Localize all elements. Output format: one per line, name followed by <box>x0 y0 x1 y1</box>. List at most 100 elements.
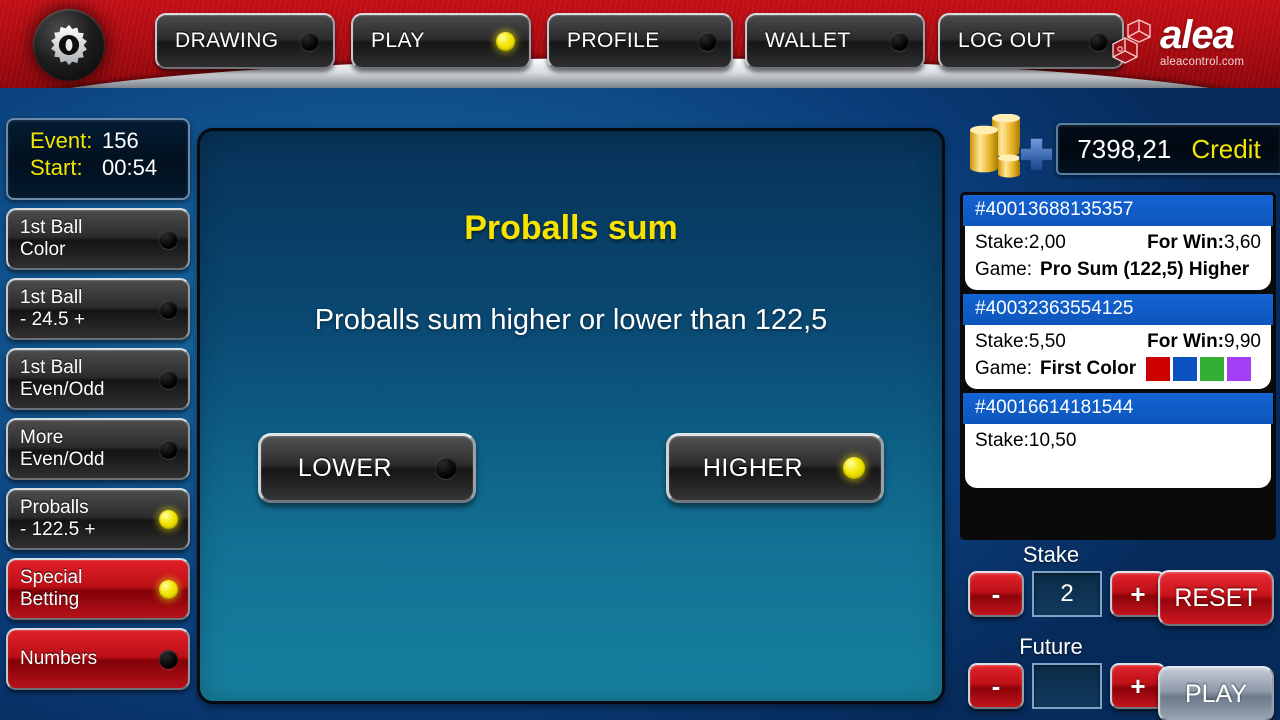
sidebar-item-1st-ball-evenodd[interactable]: 1st Ball Even/Odd <box>6 348 190 410</box>
start-value: 00:54 <box>102 154 158 180</box>
sidebar-label-special-betting: Special Betting <box>20 566 83 610</box>
bet-slip-game-row-clipped <box>975 455 1261 482</box>
color-swatch <box>1200 357 1225 382</box>
bet-slip-item[interactable]: #40013688135357 Stake: 2,00 For Win: 3,6… <box>963 195 1273 294</box>
higher-button[interactable]: HIGHER <box>666 433 884 503</box>
bet-slip-id: #40013688135357 <box>963 195 1273 226</box>
event-value: 156 <box>102 128 139 153</box>
sidebar-led-special-betting <box>159 579 178 599</box>
stake-value: 5,50 <box>1028 330 1066 352</box>
sidebar-label-numbers: Numbers <box>20 647 98 669</box>
win-group: For Win: 3,60 <box>1147 230 1261 257</box>
nav-label-drawing: DRAWING <box>175 29 279 52</box>
bet-slip-body: Stake: 10,50 <box>965 423 1271 488</box>
event-label: Event: <box>30 128 93 153</box>
sidebar-item-proballs[interactable]: Proballs - 122.5 + <box>6 488 190 550</box>
sidebar-led-1st-ball-color <box>159 229 178 249</box>
game-title: Proballs sum <box>464 209 678 247</box>
nav-button-wallet[interactable]: WALLET <box>745 13 925 69</box>
logo-text: alea <box>1160 13 1235 58</box>
sidebar-label-1st-ball-overunder: 1st Ball - 24.5 + <box>20 286 85 330</box>
game-value: First Color <box>1040 357 1137 379</box>
win-group: For Win: 9,90 <box>1147 329 1261 356</box>
dice-icon <box>1112 19 1151 64</box>
sidebar-led-proballs <box>159 509 178 529</box>
alea-logo: alea aleacontrol.com <box>1112 10 1272 74</box>
credit-amount: 7398,21 <box>1077 133 1172 164</box>
color-swatch <box>1227 357 1252 382</box>
sidebar-led-numbers <box>159 649 178 669</box>
start-timer-row: Start: 00:54 <box>30 155 188 182</box>
event-number-row: Event: 156 <box>30 128 188 155</box>
bet-slip-item[interactable]: #40016614181544 Stake: 10,50 <box>963 392 1273 492</box>
main-game-panel: Proballs sum Proballs sum higher or lowe… <box>197 128 945 704</box>
sidebar-item-numbers[interactable]: Numbers <box>6 628 190 690</box>
coins-plus-icon[interactable] <box>960 114 1052 186</box>
higher-button-label: HIGHER <box>702 453 804 482</box>
credit-label: Credit <box>1191 133 1261 164</box>
stake-input[interactable]: 2 <box>1032 571 1102 617</box>
lower-button-led <box>435 457 457 479</box>
logo-wordmark: alea aleacontrol.com <box>1160 15 1244 69</box>
sidebar-label-1st-ball-evenodd: 1st Ball Even/Odd <box>20 356 105 400</box>
bet-slip-body: Stake: 2,00 For Win: 3,60 Game: Pro Sum … <box>965 226 1271 290</box>
game-value: Pro Sum (122,5) Higher <box>1040 258 1250 280</box>
nav-button-profile[interactable]: PROFILE <box>547 13 733 69</box>
stake-value: 2,00 <box>1028 232 1066 253</box>
sidebar-item-1st-ball-color[interactable]: 1st Ball Color <box>6 208 190 270</box>
sidebar-label-1st-ball-color: 1st Ball Color <box>20 216 83 260</box>
nav-led-logout <box>1089 31 1108 51</box>
reset-button[interactable]: RESET <box>1158 570 1274 626</box>
stake-label: Stake: <box>975 330 1029 352</box>
bet-slip-game-row: Game: First Color <box>975 356 1261 383</box>
stake-decrement-button[interactable]: - <box>968 571 1024 617</box>
gear-glyph <box>51 24 87 66</box>
right-panel: 7398,21 Credit #40013688135357 Stake: 2,… <box>952 110 1280 720</box>
nav-led-profile <box>698 31 717 51</box>
sidebar-label-proballs: Proballs - 122.5 + <box>20 496 96 540</box>
color-swatch-group <box>1146 357 1252 382</box>
game-label: Game: <box>975 258 1033 280</box>
left-sidebar: Event: 156 Start: 00:54 1st Ball Color 1s… <box>6 118 190 690</box>
future-input[interactable] <box>1032 663 1102 709</box>
stake-label: Stake: <box>975 429 1029 451</box>
color-swatch <box>1146 357 1171 382</box>
bet-slip-body: Stake: 5,50 For Win: 9,90 Game: First Co… <box>965 324 1271 389</box>
sidebar-led-1st-ball-overunder <box>159 299 178 319</box>
bet-slip-item[interactable]: #40032363554125 Stake: 5,50 For Win: 9,9… <box>963 293 1273 393</box>
color-swatch <box>1173 357 1198 382</box>
nav-label-play: PLAY <box>371 29 425 52</box>
win-label: For Win: <box>1147 232 1225 253</box>
credit-row: 7398,21 Credit <box>952 110 1280 188</box>
game-label: Game: <box>975 357 1033 379</box>
future-decrement-button[interactable]: - <box>968 663 1024 709</box>
nav-button-logout[interactable]: LOG OUT <box>938 13 1124 69</box>
nav-led-play <box>496 31 515 51</box>
gear-icon[interactable] <box>33 9 105 81</box>
win-value: 9,90 <box>1224 330 1261 352</box>
sidebar-item-special-betting[interactable]: Special Betting <box>6 558 190 620</box>
game-description: Proballs sum higher or lower than 122,5 <box>314 304 828 336</box>
nav-label-wallet: WALLET <box>765 29 851 52</box>
lower-button[interactable]: LOWER <box>258 433 476 503</box>
bet-slip-list[interactable]: #40013688135357 Stake: 2,00 For Win: 3,6… <box>960 192 1276 540</box>
play-button[interactable]: PLAY <box>1158 666 1274 720</box>
sidebar-label-more-evenodd: More Even/Odd <box>20 426 105 470</box>
top-header-bar: DRAWING PLAY PROFILE WALLET LOG OUT alea… <box>0 0 1280 88</box>
higher-button-led <box>843 457 865 479</box>
sidebar-item-more-evenodd[interactable]: More Even/Odd <box>6 418 190 480</box>
nav-button-play[interactable]: PLAY <box>351 13 531 69</box>
logo-tagline: aleacontrol.com <box>1160 56 1245 69</box>
nav-button-drawing[interactable]: DRAWING <box>155 13 335 69</box>
start-label: Start: <box>30 154 83 180</box>
stake-label: Stake: <box>975 232 1029 253</box>
nav-label-profile: PROFILE <box>567 29 660 52</box>
sidebar-item-1st-ball-overunder[interactable]: 1st Ball - 24.5 + <box>6 278 190 340</box>
bet-slip-id: #40016614181544 <box>963 392 1273 424</box>
app-root: DRAWING PLAY PROFILE WALLET LOG OUT alea… <box>0 0 1280 720</box>
stake-value: 10,50 <box>1028 429 1077 451</box>
game-label-clipped <box>975 455 980 482</box>
bet-slip-id: #40032363554125 <box>963 293 1273 325</box>
win-label: For Win: <box>1147 330 1225 352</box>
bet-slip-stake-row: Stake: 5,50 For Win: 9,90 <box>975 329 1261 356</box>
